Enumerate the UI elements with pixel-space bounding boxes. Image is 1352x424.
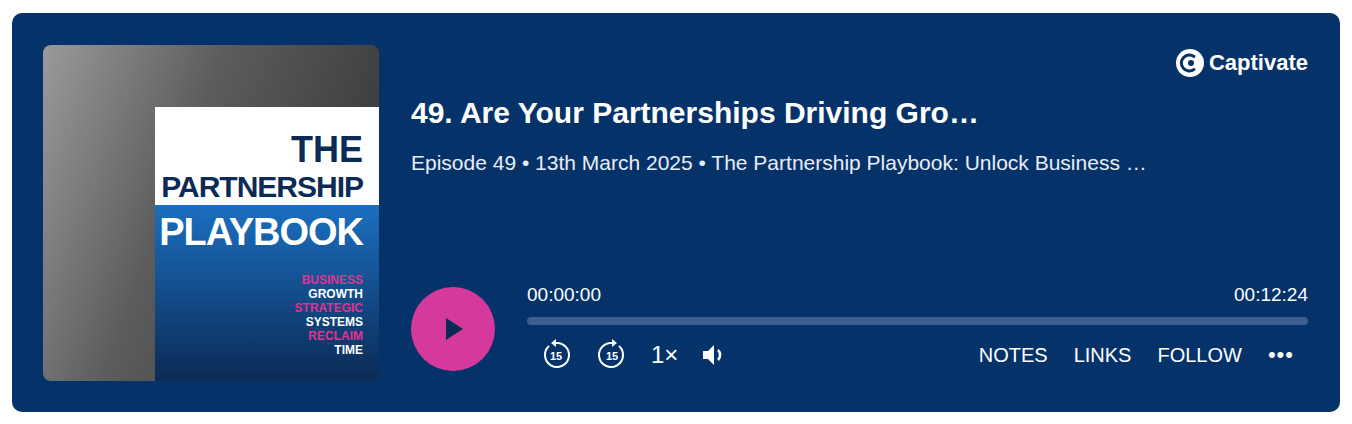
cover-art: THE PARTNERSHIP PLAYBOOK BUSINESSGROWTHS… [43, 45, 379, 381]
svg-text:15: 15 [550, 350, 562, 362]
episode-title: 49. Are Your Partnerships Driving Gro… [411, 95, 1308, 131]
captivate-logo[interactable]: Captivate [1175, 48, 1308, 78]
action-link[interactable]: FOLLOW [1157, 344, 1241, 367]
elapsed-time: 00:00:00 [527, 284, 601, 306]
volume-button[interactable] [700, 341, 728, 369]
more-button[interactable]: ••• [1268, 342, 1308, 368]
cover-tag: SYSTEMS [306, 315, 363, 329]
volume-icon [700, 341, 728, 369]
cover-tag: STRATEGIC [295, 301, 363, 315]
play-button[interactable] [411, 287, 495, 371]
cover-title: THE [291, 131, 363, 169]
action-link[interactable]: NOTES [979, 344, 1048, 367]
progress-bar[interactable] [527, 317, 1308, 325]
cover-subtitle-panel: PLAYBOOK BUSINESSGROWTHSTRATEGICSYSTEMSR… [155, 205, 379, 381]
forward-icon: 15 [595, 338, 629, 372]
cover-title: PLAYBOOK [159, 209, 363, 255]
rewind-icon: 15 [539, 338, 573, 372]
episode-meta: Episode 49 • 13th March 2025 • The Partn… [411, 149, 1308, 177]
cover-title: PARTNERSHIP [161, 169, 363, 205]
brand-name: Captivate [1209, 50, 1308, 76]
action-link[interactable]: LINKS [1074, 344, 1132, 367]
forward-button[interactable]: 15 [595, 338, 629, 372]
play-icon [439, 314, 467, 344]
speed-button[interactable]: 1× [651, 341, 678, 369]
podcast-player: THE PARTNERSHIP PLAYBOOK BUSINESSGROWTHS… [12, 13, 1340, 412]
rewind-button[interactable]: 15 [539, 338, 573, 372]
cover-tag: RECLAIM [308, 329, 363, 343]
captivate-icon [1175, 48, 1205, 78]
duration: 00:12:24 [1234, 284, 1308, 306]
cover-tag: GROWTH [308, 287, 363, 301]
cover-title-panel: THE PARTNERSHIP [155, 107, 379, 205]
cover-tag: BUSINESS [302, 273, 363, 287]
cover-tag: TIME [334, 343, 363, 357]
svg-text:15: 15 [606, 350, 618, 362]
